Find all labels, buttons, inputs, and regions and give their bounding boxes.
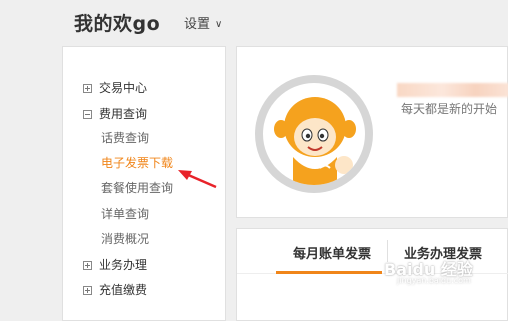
sidebar-group-business[interactable]: 业务办理 — [83, 257, 147, 273]
sidebar-item-package-usage[interactable]: 套餐使用查询 — [101, 180, 173, 196]
settings-dropdown[interactable]: 设置 ∨ — [184, 13, 222, 32]
header: 我的欢go 设置 ∨ — [0, 0, 508, 46]
expand-icon — [83, 286, 92, 295]
settings-label: 设置 — [184, 17, 211, 32]
collapse-icon — [83, 110, 92, 119]
sidebar-group-label: 费用查询 — [99, 107, 148, 121]
sidebar-group-recharge[interactable]: 充值缴费 — [83, 282, 147, 298]
expand-icon — [83, 261, 92, 270]
sidebar-item-bill-query[interactable]: 话费查询 — [101, 130, 149, 146]
sidebar-item-detail-query[interactable]: 详单查询 — [101, 206, 149, 222]
username-blurred — [397, 83, 508, 97]
watermark-url: jingyan.baidu.com — [397, 276, 471, 285]
active-tab-indicator — [276, 271, 382, 274]
profile-panel: 每天都是新的开始 — [236, 46, 508, 218]
sidebar-group-label: 交易中心 — [99, 81, 148, 95]
page-title: 我的欢go — [74, 13, 161, 35]
sidebar-item-e-invoice-download[interactable]: 电子发票下载 — [101, 155, 173, 171]
expand-icon — [83, 84, 92, 93]
chevron-down-icon: ∨ — [215, 19, 223, 30]
tab-monthly-bill-invoice[interactable]: 每月账单发票 — [293, 243, 371, 262]
sidebar-group-label: 业务办理 — [99, 258, 148, 272]
red-arrow-annotation — [178, 170, 217, 189]
sidebar-group-fee-query[interactable]: 费用查询 — [83, 106, 147, 122]
mascot-image — [274, 97, 356, 185]
profile-tagline: 每天都是新的开始 — [401, 102, 498, 116]
sidebar-group-label: 充值缴费 — [99, 283, 148, 297]
avatar — [255, 75, 373, 193]
sidebar-item-consumption-overview[interactable]: 消费概况 — [101, 231, 149, 247]
sidebar-group-trade-center[interactable]: 交易中心 — [83, 80, 147, 96]
